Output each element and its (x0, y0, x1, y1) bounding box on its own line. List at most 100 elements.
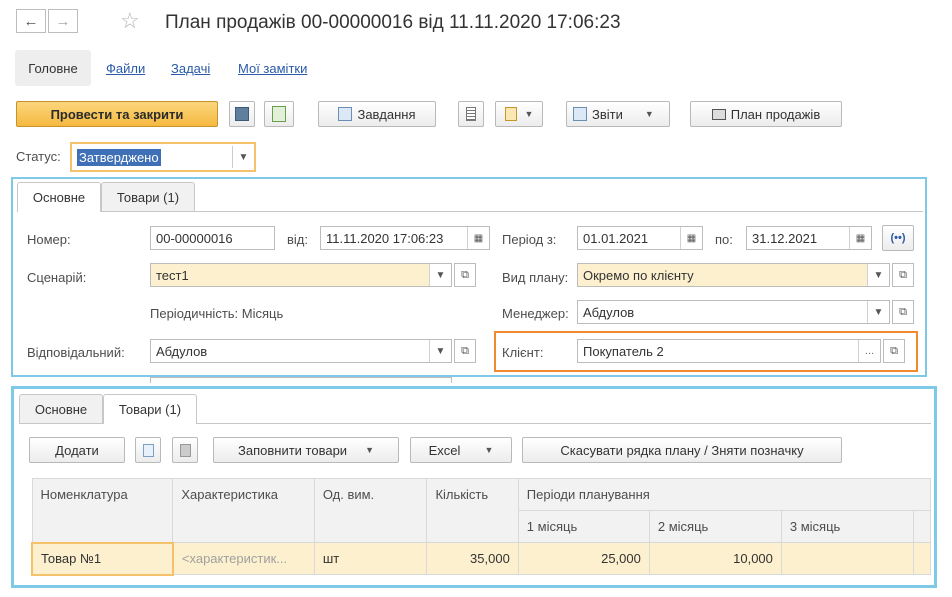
goods-table: Номенклатура Характеристика Од. вим. Кіл… (31, 478, 932, 576)
calendar-icon[interactable]: ▦ (849, 227, 871, 249)
status-select[interactable]: Затверджено ▼ (70, 142, 256, 172)
reports-button[interactable]: Звіти ▼ (566, 101, 670, 127)
section-main[interactable]: Головне (15, 50, 91, 86)
plan-type-open-button[interactable]: ⧉ (892, 263, 914, 287)
tab-goods-lower[interactable]: Товари (1) (103, 394, 197, 424)
chevron-down-icon[interactable]: ▼ (429, 340, 451, 362)
client-open-button[interactable]: ⧉ (883, 339, 905, 363)
tab-main-lower[interactable]: Основне (19, 394, 103, 424)
section-files[interactable]: Файли (106, 61, 145, 76)
add-button[interactable]: Додати (29, 437, 125, 463)
copy-icon (142, 443, 154, 457)
chevron-down-icon[interactable]: ▼ (867, 301, 889, 323)
chevron-down-icon[interactable]: ▼ (232, 146, 254, 168)
cell-item[interactable]: Товар №1 (31, 541, 174, 576)
col-header-month1[interactable]: 1 місяць (517, 510, 650, 543)
cell-month2[interactable]: 10,000 (648, 542, 782, 575)
structure-button[interactable] (458, 101, 484, 127)
plan-type-label: Вид плану: (502, 270, 569, 285)
report-icon (573, 107, 587, 121)
post-doc-icon (272, 106, 286, 122)
forward-arrow-icon: → (55, 12, 71, 30)
more-icon[interactable]: … (858, 340, 880, 362)
period-to-label: по: (715, 232, 733, 247)
number-label: Номер: (27, 232, 71, 247)
period-from-field[interactable]: 01.01.2021 ▦ (577, 226, 703, 250)
section-notes[interactable]: Мої замітки (238, 61, 307, 76)
col-header-periods[interactable]: Періоди планування (517, 478, 932, 511)
col-header-month3[interactable]: 3 місяць (780, 510, 914, 543)
floppy-icon (235, 107, 249, 121)
tab-main[interactable]: Основне (17, 182, 101, 212)
cell-unit[interactable]: шт (313, 542, 428, 575)
chevron-down-icon[interactable]: ▼ (867, 264, 889, 286)
period-select-button[interactable]: (••) (882, 225, 914, 251)
scenario-field[interactable]: тест1 ▼ (150, 263, 452, 287)
create-based-on-button[interactable]: ▼ (495, 101, 543, 127)
cell-month1[interactable]: 25,000 (517, 542, 650, 575)
col-header-item[interactable]: Номенклатура (31, 478, 174, 543)
responsible-field[interactable]: Абдулов ▼ (150, 339, 452, 363)
manager-open-button[interactable]: ⧉ (892, 300, 914, 324)
printer-icon (711, 108, 726, 120)
manager-field[interactable]: Абдулов ▼ (577, 300, 890, 324)
date-field[interactable]: 11.11.2020 17:06:23 ▦ (320, 226, 490, 250)
col-header-unit[interactable]: Од. вим. (313, 478, 428, 543)
col-header-characteristic[interactable]: Характеристика (172, 478, 315, 543)
client-field[interactable]: Покупатель 2… (577, 339, 881, 363)
scenario-label: Сценарій: (27, 270, 87, 285)
save-button[interactable] (229, 101, 255, 127)
open-icon: ⧉ (461, 268, 469, 281)
number-field[interactable]: 00-00000016 (150, 226, 275, 250)
paste-button[interactable] (172, 437, 198, 463)
cell-characteristic[interactable]: <характеристик... (172, 542, 315, 575)
calendar-icon[interactable]: ▦ (680, 227, 702, 249)
open-icon: ⧉ (899, 305, 907, 318)
copy-button[interactable] (135, 437, 161, 463)
list-icon (466, 107, 476, 121)
back-arrow-icon: ← (23, 12, 39, 30)
chevron-down-icon: ▼ (365, 445, 374, 455)
section-tasks[interactable]: Задачі (171, 61, 210, 76)
back-button[interactable]: ← (16, 9, 46, 33)
col-header-month2[interactable]: 2 місяць (648, 510, 782, 543)
responsible-open-button[interactable]: ⧉ (454, 339, 476, 363)
col-header-qty[interactable]: Кількість (426, 478, 519, 543)
status-value: Затверджено (77, 148, 161, 166)
post-button[interactable] (264, 101, 294, 127)
period-from-label: Період з: (502, 232, 557, 247)
chevron-down-icon: ▼ (484, 445, 494, 455)
period-icon: (••) (890, 232, 906, 244)
table-row[interactable]: Товар №1 <характеристик... шт 35,000 25,… (31, 541, 932, 576)
post-and-close-button[interactable]: Провести та закрити (16, 101, 218, 127)
chevron-down-icon: ▼ (524, 109, 534, 119)
client-label: Клієнт: (502, 345, 544, 360)
create-doc-icon (504, 107, 517, 121)
scenario-open-button[interactable]: ⧉ (454, 263, 476, 287)
cancel-rows-button[interactable]: Скасувати рядка плану / Зняти позначку (522, 437, 842, 463)
fill-goods-button[interactable]: Заповнити товари ▼ (213, 437, 399, 463)
chevron-down-icon[interactable]: ▼ (429, 264, 451, 286)
partial-field (150, 377, 452, 383)
excel-button[interactable]: Excel ▼ (410, 437, 512, 463)
manager-label: Менеджер: (502, 306, 569, 321)
tab-goods[interactable]: Товари (1) (101, 182, 195, 212)
chevron-down-icon: ▼ (644, 109, 654, 119)
open-icon: ⧉ (890, 344, 898, 357)
cell-qty[interactable]: 35,000 (426, 542, 519, 575)
favorite-star-icon[interactable]: ☆ (120, 8, 140, 34)
cell-extra (912, 542, 932, 575)
open-icon: ⧉ (461, 344, 469, 357)
status-label: Статус: (16, 149, 61, 164)
task-button[interactable]: Завдання (318, 101, 436, 127)
cell-month3[interactable] (780, 542, 914, 575)
forward-button[interactable]: → (48, 9, 78, 33)
calendar-icon[interactable]: ▦ (467, 227, 489, 249)
sales-plan-print-button[interactable]: План продажів (690, 101, 842, 127)
plan-type-field[interactable]: Окремо по клієнту ▼ (577, 263, 890, 287)
periodicity-text: Періодичність: Місяць (150, 306, 284, 321)
open-icon: ⧉ (899, 268, 907, 281)
tab-divider (17, 211, 923, 212)
period-to-field[interactable]: 31.12.2021 ▦ (746, 226, 872, 250)
window-title: План продажів 00-00000016 від 11.11.2020… (165, 12, 621, 33)
